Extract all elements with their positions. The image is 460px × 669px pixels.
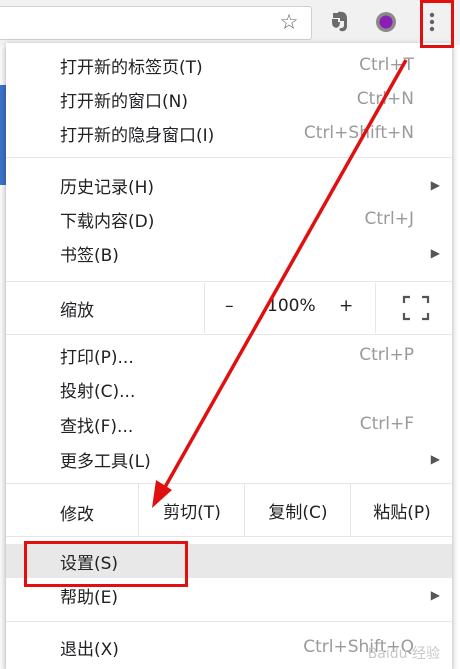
menu-item-label: 下载内容(D) — [60, 211, 155, 232]
menu-item-label: 更多工具(L) — [60, 451, 151, 472]
menu-separator — [6, 621, 452, 622]
watermark: Baidu 经验 — [367, 646, 440, 662]
menu-item-new-tab[interactable]: 打开新的标签页(T) Ctrl+T — [6, 48, 452, 82]
menu-item-more-tools[interactable]: 更多工具(L) ▶ — [6, 442, 452, 476]
zoom-label: 缩放 — [60, 301, 94, 321]
menu-item-label: 查找(F)... — [60, 416, 134, 437]
menu-item-bookmarks[interactable]: 书签(B) ▶ — [6, 236, 452, 270]
zoom-in-button[interactable]: + — [339, 296, 353, 316]
zoom-level: 100% — [267, 296, 316, 316]
paste-button[interactable]: 粘贴(P) — [350, 484, 453, 536]
menu-item-downloads[interactable]: 下载内容(D) Ctrl+J — [6, 202, 452, 236]
menu-item-label: 投射(C)... — [60, 381, 136, 402]
menu-item-label: 历史记录(H) — [60, 177, 155, 198]
zoom-row: 缩放 – 100% + — [6, 283, 452, 333]
cut-button[interactable]: 剪切(T) — [138, 484, 245, 536]
menu-item-label: 书签(B) — [60, 245, 119, 266]
extension-purple-circle-icon[interactable] — [371, 7, 401, 37]
edit-row: 修改 剪切(T) 复制(C) 粘贴(P) — [6, 484, 452, 536]
menu-item-new-incognito-window[interactable]: 打开新的隐身窗口(I) Ctrl+Shift+N — [6, 116, 452, 150]
edit-label: 修改 — [60, 505, 94, 525]
menu-item-shortcut: Ctrl+N — [356, 89, 414, 109]
menu-item-label: 打印(P)... — [60, 347, 134, 368]
menu-separator — [6, 157, 452, 158]
zoom-out-button[interactable]: – — [225, 296, 234, 316]
annotation-highlight-menu-button — [420, 0, 454, 48]
menu-item-shortcut: Ctrl+F — [359, 414, 414, 434]
zoom-control: – 100% + — [204, 283, 376, 333]
menu-item-find[interactable]: 查找(F)... Ctrl+F — [6, 407, 452, 441]
menu-item-shortcut: Ctrl+T — [359, 55, 414, 75]
submenu-arrow-icon: ▶ — [430, 452, 440, 466]
menu-item-label: 退出(X) — [60, 639, 119, 660]
menu-item-label: 打开新的窗口(N) — [60, 91, 188, 112]
menu-item-shortcut: Ctrl+Shift+N — [303, 123, 414, 143]
bookmark-star-icon[interactable]: ☆ — [274, 7, 304, 37]
fullscreen-icon[interactable] — [402, 295, 430, 321]
menu-item-label: 打开新的隐身窗口(I) — [60, 125, 215, 146]
menu-item-history[interactable]: 历史记录(H) ▶ — [6, 168, 452, 202]
menu-item-shortcut: Ctrl+J — [364, 209, 414, 229]
address-bar[interactable] — [0, 6, 312, 40]
menu-item-new-window[interactable]: 打开新的窗口(N) Ctrl+N — [6, 82, 452, 116]
menu-item-cast[interactable]: 投射(C)... — [6, 372, 452, 406]
annotation-highlight-settings — [24, 541, 188, 587]
menu-item-label: 打开新的标签页(T) — [60, 57, 203, 78]
copy-button[interactable]: 复制(C) — [244, 484, 351, 536]
menu-item-print[interactable]: 打印(P)... Ctrl+P — [6, 338, 452, 372]
submenu-arrow-icon: ▶ — [430, 178, 440, 192]
menu-separator — [6, 536, 452, 537]
menu-item-shortcut: Ctrl+P — [359, 345, 414, 365]
submenu-arrow-icon: ▶ — [430, 246, 440, 260]
menu-separator — [6, 281, 452, 282]
menu-separator — [6, 334, 452, 335]
evernote-icon[interactable] — [325, 7, 355, 37]
browser-toolbar: ☆ — [0, 0, 460, 45]
submenu-arrow-icon: ▶ — [430, 588, 440, 602]
